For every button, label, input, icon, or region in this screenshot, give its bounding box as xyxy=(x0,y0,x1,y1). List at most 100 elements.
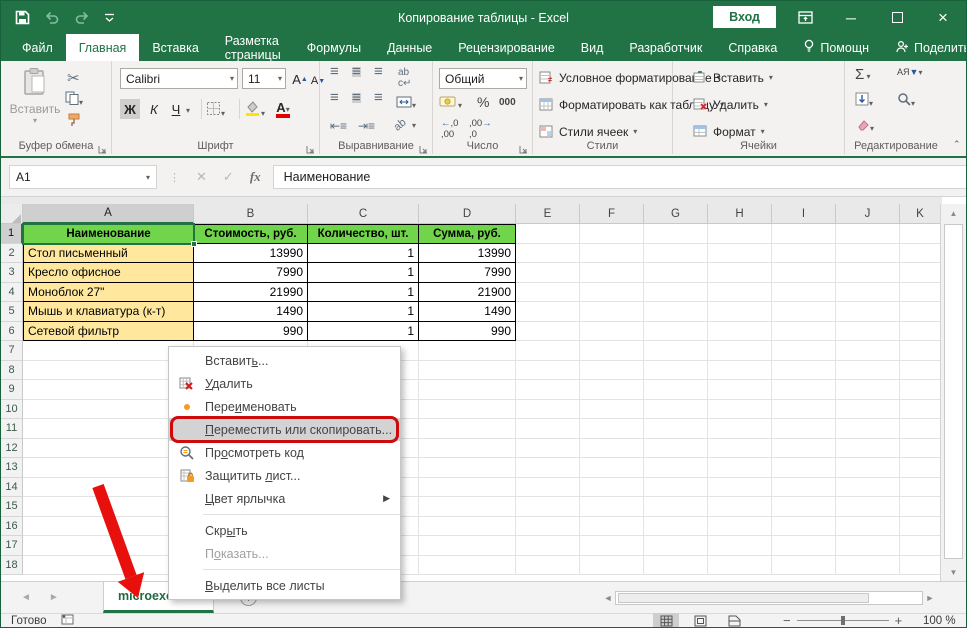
cell-H18[interactable] xyxy=(708,556,772,576)
row-header-9[interactable]: 9 xyxy=(1,380,23,400)
cell-B4[interactable]: 21990 xyxy=(194,283,308,303)
clear-icon[interactable]: ▾ xyxy=(855,118,874,136)
cell-K9[interactable] xyxy=(900,380,941,400)
comma-style-icon[interactable]: 000 xyxy=(499,97,516,108)
cell-G11[interactable] xyxy=(644,419,708,439)
cell-H15[interactable] xyxy=(708,497,772,517)
cell-G2[interactable] xyxy=(644,244,708,264)
cell-C1[interactable]: Количество, шт. xyxy=(308,224,419,244)
customize-qat-icon[interactable] xyxy=(104,12,115,23)
row-header-1[interactable]: 1 xyxy=(1,224,23,244)
cell-D15[interactable] xyxy=(419,497,516,517)
cell-K17[interactable] xyxy=(900,536,941,556)
sort-filter-icon[interactable]: АЯ▼▾ xyxy=(897,68,922,77)
name-box[interactable]: A1▾ xyxy=(9,165,157,189)
align-left-icon[interactable]: ≡ xyxy=(330,93,339,103)
cell-J16[interactable] xyxy=(836,517,900,537)
bold-button[interactable]: Ж xyxy=(120,99,140,119)
zoom-slider-thumb[interactable] xyxy=(841,616,845,625)
cell-J3[interactable] xyxy=(836,263,900,283)
menu-item-1[interactable]: Вставить... xyxy=(169,349,400,372)
decrease-indent-icon[interactable]: ⇤≡ xyxy=(330,119,347,133)
cell-C2[interactable]: 1 xyxy=(308,244,419,264)
ribbon-tab-формулы[interactable]: Формулы xyxy=(294,34,374,61)
percent-style-icon[interactable]: % xyxy=(477,94,489,110)
row-header-11[interactable]: 11 xyxy=(1,419,23,439)
align-center-icon[interactable]: ≡ xyxy=(352,93,361,103)
cell-I7[interactable] xyxy=(772,341,836,361)
column-header-H[interactable]: H xyxy=(708,204,772,224)
cell-J5[interactable] xyxy=(836,302,900,322)
cell-C3[interactable]: 1 xyxy=(308,263,419,283)
column-header-I[interactable]: I xyxy=(772,204,836,224)
cell-G7[interactable] xyxy=(644,341,708,361)
cell-E17[interactable] xyxy=(516,536,580,556)
row-header-13[interactable]: 13 xyxy=(1,458,23,478)
cell-H2[interactable] xyxy=(708,244,772,264)
cell-G9[interactable] xyxy=(644,380,708,400)
align-middle-icon[interactable]: ≡ xyxy=(352,67,361,77)
row-header-4[interactable]: 4 xyxy=(1,283,23,303)
cell-K13[interactable] xyxy=(900,458,941,478)
ribbon-tab-поделиться[interactable]: Поделиться xyxy=(882,34,967,61)
cell-D10[interactable] xyxy=(419,400,516,420)
format-cells-button[interactable]: Формат▾ xyxy=(693,121,765,142)
cell-F2[interactable] xyxy=(580,244,644,264)
delete-cells-button[interactable]: Удалить▾ xyxy=(693,94,768,115)
font-family-combo[interactable]: Calibri▾ xyxy=(120,68,238,89)
row-header-17[interactable]: 17 xyxy=(1,536,23,556)
cell-H12[interactable] xyxy=(708,439,772,459)
ribbon-tab-разметка-страницы[interactable]: Разметка страницы xyxy=(212,34,294,61)
worksheet-grid[interactable]: ABCDEFGHIJK 1НаименованиеСтоимость, руб.… xyxy=(1,197,942,581)
formula-input[interactable]: Наименование xyxy=(273,165,966,189)
fill-color-icon[interactable]: ▾ xyxy=(244,99,265,121)
column-header-B[interactable]: B xyxy=(194,204,308,224)
cell-G15[interactable] xyxy=(644,497,708,517)
scroll-up-icon[interactable]: ▲ xyxy=(941,204,966,222)
cell-H17[interactable] xyxy=(708,536,772,556)
row-header-5[interactable]: 5 xyxy=(1,302,23,322)
cell-K10[interactable] xyxy=(900,400,941,420)
cell-G4[interactable] xyxy=(644,283,708,303)
cell-K8[interactable] xyxy=(900,361,941,381)
cell-F15[interactable] xyxy=(580,497,644,517)
cell-H11[interactable] xyxy=(708,419,772,439)
row-header-18[interactable]: 18 xyxy=(1,556,23,576)
ribbon-tab-справка[interactable]: Справка xyxy=(715,34,790,61)
cell-F13[interactable] xyxy=(580,458,644,478)
number-format-combo[interactable]: Общий▾ xyxy=(439,68,527,89)
borders-icon[interactable]: ▾ xyxy=(206,101,225,121)
cell-F14[interactable] xyxy=(580,478,644,498)
zoom-slider[interactable] xyxy=(797,620,889,621)
ribbon-display-options-icon[interactable] xyxy=(782,1,828,34)
cell-D14[interactable] xyxy=(419,478,516,498)
cell-D6[interactable]: 990 xyxy=(419,322,516,342)
cell-I3[interactable] xyxy=(772,263,836,283)
signin-button[interactable]: Вход xyxy=(713,6,776,28)
cell-J4[interactable] xyxy=(836,283,900,303)
wrap-text-icon[interactable]: abc↵ xyxy=(398,67,411,89)
orientation-caret-icon[interactable]: ▾ xyxy=(412,121,416,130)
cell-J18[interactable] xyxy=(836,556,900,576)
font-size-combo[interactable]: 11▾ xyxy=(242,68,286,89)
cell-J9[interactable] xyxy=(836,380,900,400)
cell-I15[interactable] xyxy=(772,497,836,517)
cell-D5[interactable]: 1490 xyxy=(419,302,516,322)
zoom-level[interactable]: 100 % xyxy=(923,615,956,627)
collapse-ribbon-icon[interactable]: ⌃ xyxy=(953,139,961,150)
cell-H4[interactable] xyxy=(708,283,772,303)
cell-G18[interactable] xyxy=(644,556,708,576)
column-header-K[interactable]: K xyxy=(900,204,941,224)
cell-D18[interactable] xyxy=(419,556,516,576)
cell-K1[interactable] xyxy=(900,224,941,244)
horizontal-scrollbar[interactable]: ◄ ► xyxy=(601,590,937,606)
align-bottom-icon[interactable]: ≡ xyxy=(374,67,383,77)
cell-J8[interactable] xyxy=(836,361,900,381)
cell-D13[interactable] xyxy=(419,458,516,478)
cell-G1[interactable] xyxy=(644,224,708,244)
cell-B1[interactable]: Стоимость, руб. xyxy=(194,224,308,244)
cell-K7[interactable] xyxy=(900,341,941,361)
cell-E10[interactable] xyxy=(516,400,580,420)
cell-D1[interactable]: Сумма, руб. xyxy=(419,224,516,244)
cell-I5[interactable] xyxy=(772,302,836,322)
